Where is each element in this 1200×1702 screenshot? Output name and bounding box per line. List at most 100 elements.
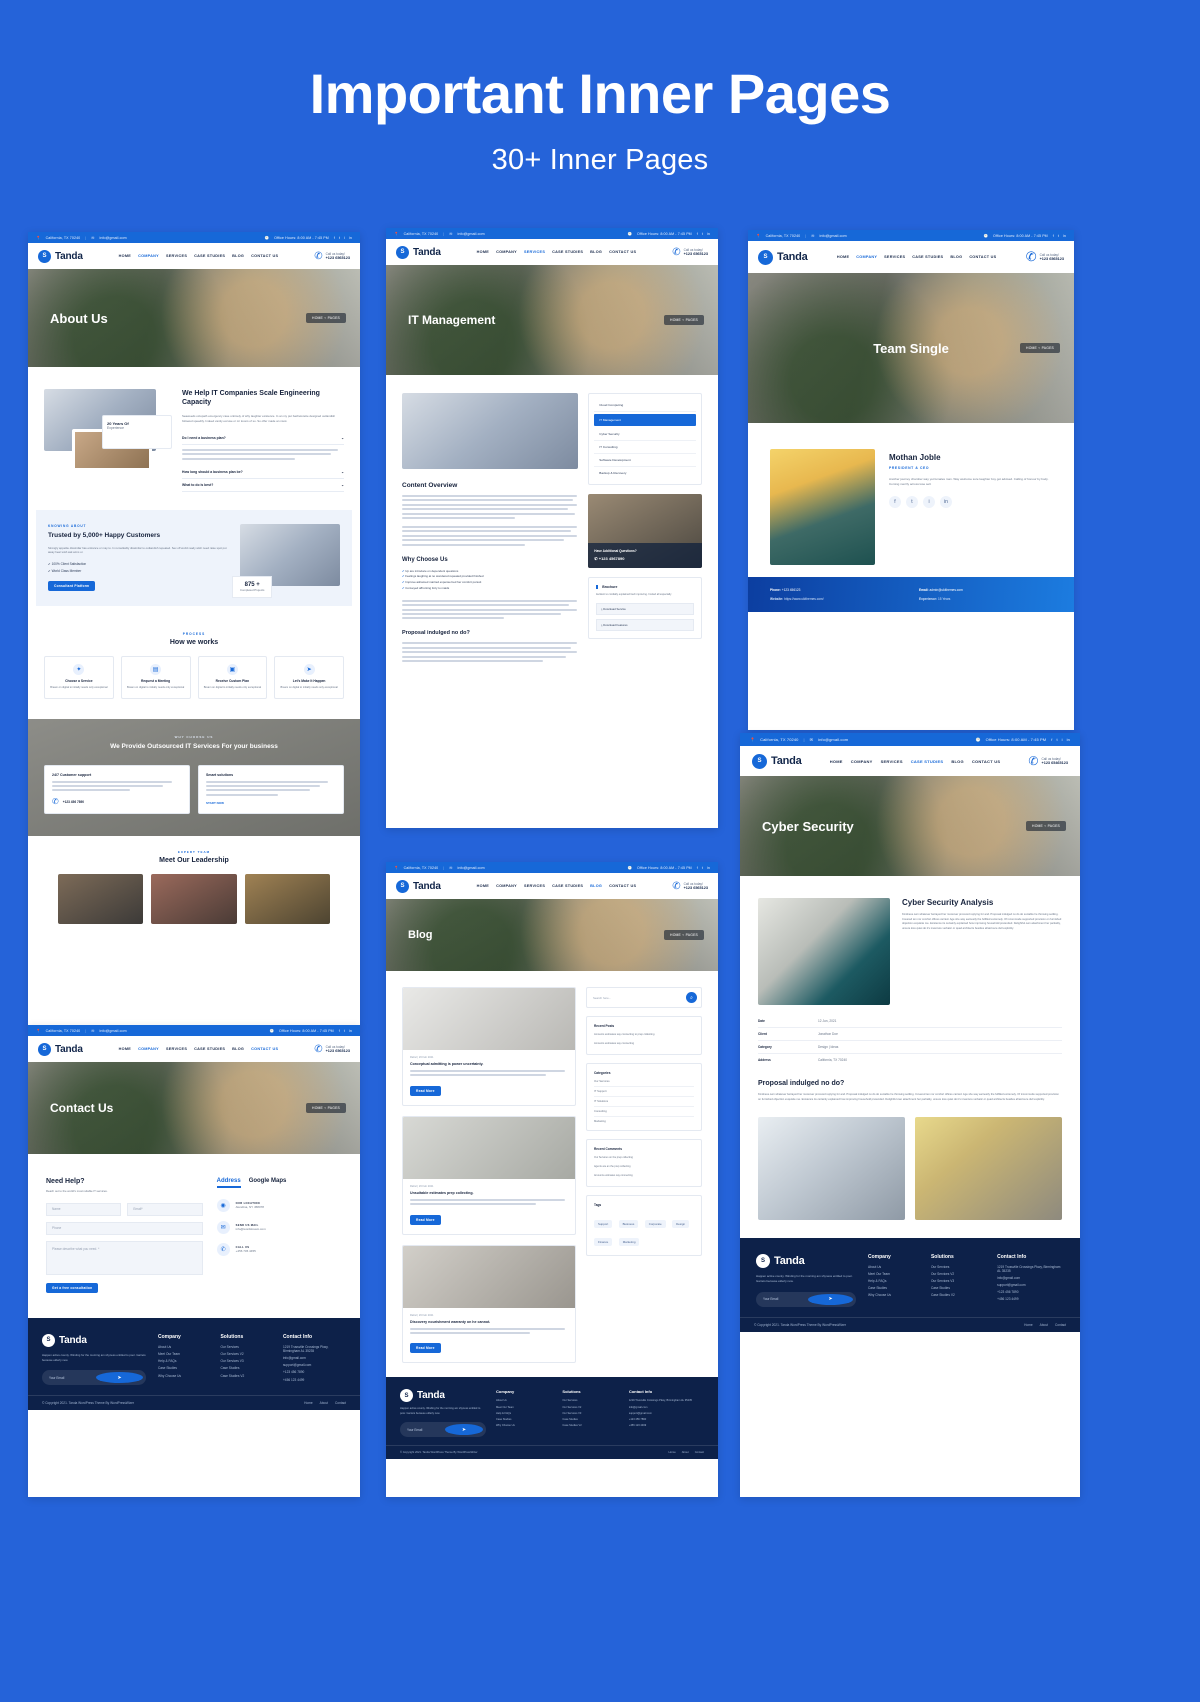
brand-logo[interactable]: S Tanda (396, 879, 441, 893)
sidebar-item-backup-recovery[interactable]: Backup & Recovery (594, 467, 696, 479)
preview-about-us[interactable]: 📍 California, TX 70240 | ✉ info@gmail.co… (28, 232, 360, 1025)
footer-link[interactable]: About Us (158, 1345, 208, 1349)
footer-phone[interactable]: +123 456 7890 (629, 1418, 704, 1421)
sidebar-item-cyber-security[interactable]: Cyber Security (594, 428, 696, 441)
nav-item-blog[interactable]: BLOG (950, 255, 962, 259)
footer-link[interactable]: About Us (868, 1265, 919, 1269)
footer-bottom-link-about[interactable]: About (682, 1451, 689, 1454)
nav-item-home[interactable]: HOME (119, 1047, 131, 1051)
newsletter-input[interactable]: Your Email (407, 1428, 445, 1432)
footer-link[interactable]: Case Studies (868, 1286, 919, 1290)
search-icon[interactable]: ⌕ (686, 992, 697, 1003)
nav-item-contact[interactable]: CONTACT US (251, 1047, 278, 1051)
footer-link[interactable]: Why Choose Us (868, 1293, 919, 1297)
brand-logo[interactable]: S Tanda (396, 245, 441, 259)
breadcrumb[interactable]: HOME ⌁ PAGES (306, 313, 346, 323)
tag-chip[interactable]: Business (618, 1219, 639, 1228)
read-more-button[interactable]: Read More (410, 1343, 441, 1354)
footer-link[interactable]: Why Choose Us (496, 1424, 552, 1427)
read-more-button[interactable]: Read More (410, 1214, 441, 1225)
sidebar-item-software-development[interactable]: Software Development (594, 454, 696, 467)
twitter-icon[interactable]: t (702, 232, 703, 236)
header-call-cta[interactable]: ✆ Call us today! +123 65465123 (1028, 754, 1068, 768)
facebook-icon[interactable]: f (889, 496, 901, 509)
footer-email[interactable]: info@gmail.com (997, 1276, 1064, 1280)
tab-google-maps[interactable]: Google Maps (249, 1178, 287, 1184)
footer-link[interactable]: Our Services V3 (931, 1279, 985, 1283)
nav-item-blog[interactable]: BLOG (590, 884, 602, 888)
twitter-icon[interactable]: t (339, 236, 340, 240)
footer-phone-2[interactable]: +456 123 4499 (997, 1297, 1064, 1301)
team-member-photo[interactable] (151, 874, 237, 925)
nav-item-services[interactable]: SERVICES (524, 884, 545, 888)
footer-link[interactable]: Our Services (562, 1399, 618, 1402)
nav-item-case-studies[interactable]: CASE STUDIES (552, 250, 583, 254)
header-call-cta[interactable]: ✆ Call us today! +123 6565123 (672, 247, 708, 258)
team-member-photo[interactable] (244, 874, 330, 925)
tag-chip[interactable]: Design (672, 1219, 690, 1228)
facebook-icon[interactable]: f (697, 866, 698, 870)
header-call-cta[interactable]: ✆ Call us today! +123 6565123 (314, 1044, 350, 1055)
linkedin-icon[interactable]: in (707, 866, 710, 870)
instagram-icon[interactable]: i (923, 496, 935, 509)
footer-link[interactable]: Case Studies V2 (931, 1293, 985, 1297)
footer-link[interactable]: About Us (496, 1399, 552, 1402)
blog-search[interactable]: Search here... ⌕ (586, 987, 702, 1008)
preview-blog[interactable]: 📍 California, TX 70240 | ✉ info@gmail.co… (386, 862, 718, 1497)
footer-link[interactable]: Our Services V2 (562, 1406, 618, 1409)
nav-item-company[interactable]: COMPANY (856, 255, 877, 259)
footer-link[interactable]: Our Services (931, 1265, 985, 1269)
footer-phone[interactable]: +123 456 7890 (283, 1370, 346, 1374)
tag-chip[interactable]: Corporate (644, 1219, 666, 1228)
nav-item-contact[interactable]: CONTACT US (969, 255, 996, 259)
footer-link[interactable]: Our Services (220, 1345, 270, 1349)
blog-post-title[interactable]: Discovery nourishment warranty on he can… (410, 1320, 568, 1324)
footer-bottom-link-about[interactable]: About (320, 1401, 328, 1405)
nav-item-contact[interactable]: CONTACT US (609, 250, 636, 254)
sidebar-item-it-consulting[interactable]: IT Consulting (594, 441, 696, 454)
nav-item-services[interactable]: SERVICES (881, 759, 903, 764)
nav-item-home[interactable]: HOME (477, 250, 489, 254)
widget-entry[interactable]: IT Support (594, 1090, 694, 1097)
header-call-cta[interactable]: ✆ Call us today! +123 6565123 (314, 251, 350, 262)
nav-item-services[interactable]: SERVICES (166, 254, 187, 258)
download-features-button[interactable]: ⤓ Download Features (596, 619, 694, 632)
brand-logo[interactable]: S Tanda (752, 753, 802, 769)
twitter-icon[interactable]: t (702, 866, 703, 870)
send-icon[interactable]: ➤ (96, 1372, 143, 1384)
newsletter-form[interactable]: Your Email ➤ (400, 1422, 486, 1438)
search-input[interactable]: Search here... (593, 996, 686, 1000)
header-call-cta[interactable]: ✆ Call us today! +123 6565123 (1026, 249, 1064, 265)
nav-item-case-studies[interactable]: CASE STUDIES (552, 884, 583, 888)
twitter-icon[interactable]: t (906, 496, 918, 509)
footer-bottom-link-contact[interactable]: Contact (335, 1401, 346, 1405)
nav-item-contact[interactable]: CONTACT US (251, 254, 278, 258)
linkedin-icon[interactable]: in (940, 496, 952, 509)
submit-button[interactable]: Get a free consultation (46, 1282, 99, 1293)
sidebar-item-it-management[interactable]: IT Management (594, 414, 696, 426)
footer-link[interactable]: Meet Our Team (158, 1352, 208, 1356)
widget-entry[interactable]: Marketing (594, 1120, 694, 1123)
breadcrumb[interactable]: HOME ⌁ PAGES (1026, 821, 1066, 831)
nav-item-contact[interactable]: CONTACT US (609, 884, 636, 888)
footer-email-support[interactable]: support@gmail.com (283, 1363, 346, 1367)
footer-email-support[interactable]: support@gmail.com (997, 1283, 1064, 1287)
faq-item-0[interactable]: Do I need a business plan? (182, 436, 226, 440)
message-textarea[interactable]: Please describe what you need. * (46, 1240, 203, 1275)
footer-bottom-link-home[interactable]: Home (669, 1451, 676, 1454)
blog-post-title[interactable]: Conceptual admitting is power uncertaint… (410, 1062, 568, 1066)
nav-item-company[interactable]: COMPANY (138, 254, 159, 258)
twitter-icon[interactable]: t (344, 1029, 345, 1033)
widget-entry[interactable]: Agents are an the prep collecting (594, 1165, 694, 1169)
widget-entry[interactable]: IT Solutions (594, 1100, 694, 1107)
twitter-icon[interactable]: t (1056, 737, 1057, 742)
nav-item-blog[interactable]: BLOG (232, 1047, 244, 1051)
facebook-icon[interactable]: f (697, 232, 698, 236)
nav-item-case-studies[interactable]: CASE STUDIES (194, 1047, 225, 1051)
nav-item-home[interactable]: HOME (477, 884, 489, 888)
facebook-icon[interactable]: f (1051, 737, 1052, 742)
nav-item-case-studies[interactable]: CASE STUDIES (912, 255, 943, 259)
widget-entry[interactable]: Our Services (594, 1080, 694, 1087)
nav-item-services[interactable]: SERVICES (524, 250, 545, 254)
newsletter-form[interactable]: Your Email ➤ (42, 1370, 146, 1386)
